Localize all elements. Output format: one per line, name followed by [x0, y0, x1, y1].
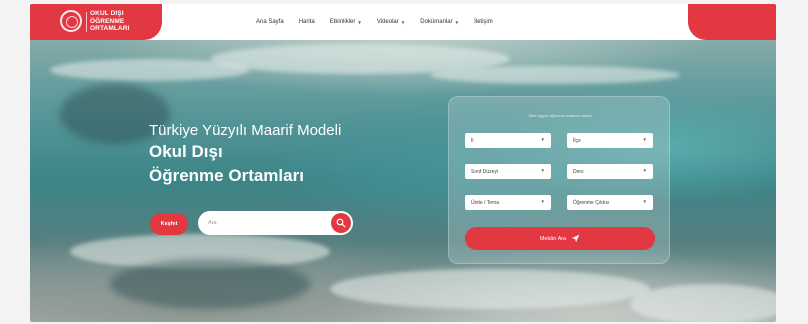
main-menu: Ana Sayfa Harita Etkinlikler ▼ Videolar ▼ … [256, 4, 493, 40]
ministry-seal-icon [60, 10, 82, 32]
bg-terrace [630, 284, 776, 322]
chevron-down-icon: ▼ [540, 137, 545, 142]
logo-text: OKUL DIŞI ÖĞRENME ORTAMLARI [90, 10, 129, 33]
chevron-down-icon: ▼ [642, 137, 647, 142]
nav-accent-shape [688, 4, 776, 40]
select-value: Sınıf Düzeyi [471, 168, 498, 175]
nav-item-label: Dokümanlar [420, 19, 453, 25]
nav-item-label: Ana Sayfa [256, 19, 284, 25]
nav-item-etkinlikler[interactable]: Etkinlikler ▼ [330, 19, 362, 25]
logo-line-3: ORTAMLARI [90, 25, 130, 32]
nav-item-label: Videolar [376, 19, 399, 25]
hero-title-line-2: Öğrenme Ortamları [149, 166, 304, 185]
nav-item-label: Etkinlikler [329, 19, 356, 25]
nav-item-iletisim[interactable]: İletişim [474, 19, 493, 25]
district-select[interactable]: İlçe ▼ [567, 133, 653, 148]
nav-item-dokumanlar[interactable]: Dokümanlar ▼ [420, 19, 459, 25]
find-button-label: Mekân Ara [539, 235, 567, 242]
chevron-down-icon: ▼ [454, 19, 460, 25]
select-value: Öğrenme Çıktısı [573, 199, 610, 206]
chevron-down-icon: ▼ [540, 168, 545, 173]
logo-line-2: ÖĞRENME [90, 17, 125, 25]
logo[interactable]: OKUL DIŞI ÖĞRENME ORTAMLARI [30, 4, 162, 40]
outcome-select[interactable]: Öğrenme Çıktısı ▼ [567, 195, 653, 210]
select-value: Ünite / Tema [471, 199, 499, 206]
logo-divider [86, 12, 87, 32]
hero-subtitle: Türkiye Yüzyılı Maarif Modeli [149, 122, 342, 139]
grade-select[interactable]: Sınıf Düzeyi ▼ [465, 164, 551, 179]
search-input[interactable] [208, 216, 326, 230]
chevron-down-icon: ▼ [642, 168, 647, 173]
unit-select[interactable]: Ünite / Tema ▼ [465, 195, 551, 210]
search-bar [198, 211, 353, 235]
search-icon [336, 218, 346, 228]
chevron-down-icon: ▼ [400, 19, 406, 25]
bg-terrace [50, 59, 250, 81]
nav-item-label: Harita [298, 19, 315, 25]
send-icon [571, 234, 580, 243]
page-frame: OKUL DIŞI ÖĞRENME ORTAMLARI Ana Sayfa Ha… [30, 4, 776, 322]
bg-shadow [110, 259, 310, 309]
course-select[interactable]: Ders ▼ [567, 164, 653, 179]
hero-title-line-1: Okul Dışı [149, 142, 223, 161]
filter-panel: Size uygun öğrenme ortamını bulun İl ▼ İl… [448, 96, 670, 264]
nav-item-harita[interactable]: Harita [299, 19, 315, 25]
bg-terrace [430, 66, 680, 84]
find-location-button[interactable]: Mekân Ara [465, 227, 655, 250]
explore-button[interactable]: Keşfet [150, 213, 188, 235]
nav-item-ana-sayfa[interactable]: Ana Sayfa [256, 19, 284, 25]
logo-line-1: OKUL DIŞI [90, 10, 124, 17]
search-button[interactable] [331, 213, 351, 233]
filter-panel-title: Size uygun öğrenme ortamını bulun [528, 113, 592, 118]
chevron-down-icon: ▼ [642, 199, 647, 204]
province-select[interactable]: İl ▼ [465, 133, 551, 148]
select-value: İlçe [573, 137, 581, 144]
nav-item-videolar[interactable]: Videolar ▼ [377, 19, 405, 25]
nav-item-label: İletişim [474, 19, 493, 25]
select-value: İl [471, 137, 474, 144]
top-navbar: OKUL DIŞI ÖĞRENME ORTAMLARI Ana Sayfa Ha… [30, 4, 776, 40]
select-value: Ders [573, 168, 584, 175]
chevron-down-icon: ▼ [357, 19, 362, 25]
chevron-down-icon: ▼ [540, 199, 545, 204]
bg-terrace [330, 269, 650, 309]
